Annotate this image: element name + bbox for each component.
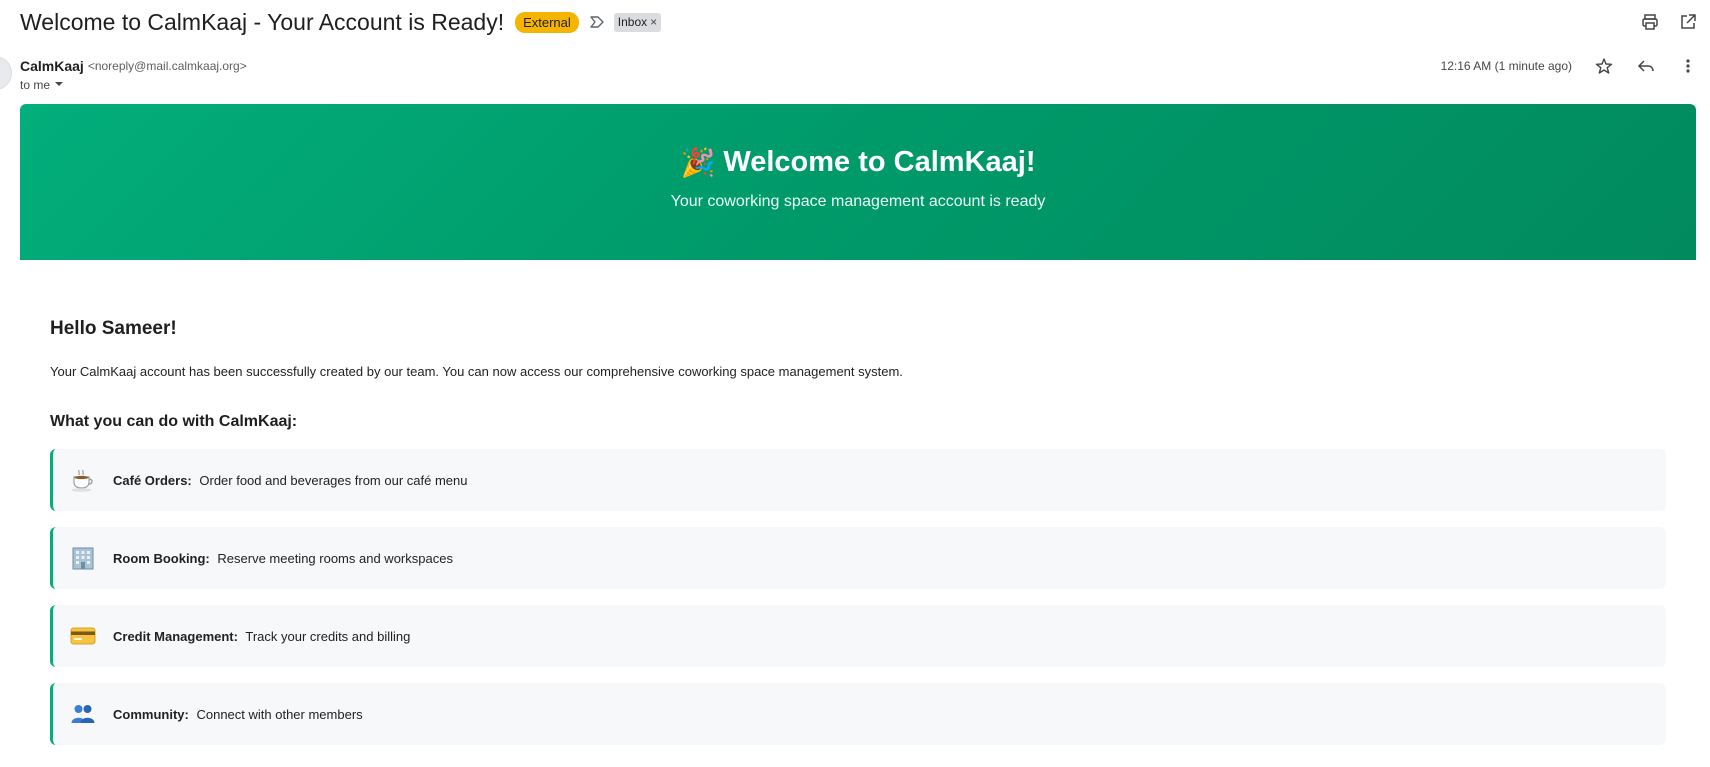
inbox-label-text: Inbox (617, 15, 648, 29)
feature-title: Room Booking: (113, 550, 210, 566)
email-subject: Welcome to CalmKaaj - Your Account is Re… (20, 8, 505, 35)
feature-title: Credit Management: (113, 628, 238, 644)
star-icon[interactable] (1594, 56, 1614, 76)
feature-text: Credit Management: Track your credits an… (113, 629, 410, 644)
feature-description: Order food and beverages from our café m… (199, 472, 468, 488)
remove-label-icon[interactable]: × (650, 15, 657, 29)
feature-credit-management: Credit Management: Track your credits an… (50, 605, 1666, 667)
sender-email: <noreply@mail.calmkaaj.org> (87, 59, 247, 73)
feature-description: Track your credits and billing (245, 628, 411, 644)
party-popper-icon: 🎉 (680, 147, 716, 178)
feature-description: Connect with other members (196, 706, 363, 722)
sender-avatar[interactable] (0, 56, 12, 90)
feature-title: Café Orders: (113, 472, 192, 488)
message-timestamp: 12:16 AM (1 minute ago) (1440, 59, 1572, 73)
hero-title-row: 🎉 Welcome to CalmKaaj! (20, 146, 1696, 179)
feature-text: Café Orders: Order food and beverages fr… (113, 473, 467, 488)
sender-row: CalmKaaj <noreply@mail.calmkaaj.org> 12:… (20, 56, 1698, 76)
label-outline-icon[interactable] (589, 14, 605, 30)
intro-paragraph: Your CalmKaaj account has been successfu… (50, 364, 903, 379)
greeting: Hello Sameer! (50, 318, 177, 339)
caret-down-icon (54, 78, 64, 92)
email-body: Hello Sameer! Your CalmKaaj account has … (50, 318, 1666, 745)
subject-actions (1640, 12, 1698, 32)
hero-banner: 🎉 Welcome to CalmKaaj! Your coworking sp… (20, 104, 1696, 260)
open-in-new-window-icon[interactable] (1678, 12, 1698, 32)
building-icon (69, 544, 97, 572)
hero-subtitle: Your coworking space management account … (670, 193, 1046, 210)
reply-icon[interactable] (1636, 56, 1656, 76)
feature-description: Reserve meeting rooms and workspaces (217, 550, 453, 566)
feature-text: Community: Connect with other members (113, 707, 363, 722)
feature-cafe-orders: Café Orders: Order food and beverages fr… (50, 449, 1666, 511)
email-view: Welcome to CalmKaaj - Your Account is Re… (0, 0, 1710, 767)
feature-text: Room Booking: Reserve meeting rooms and … (113, 551, 453, 566)
message-actions: 12:16 AM (1 minute ago) (1441, 56, 1698, 76)
feature-title: Community: (113, 706, 189, 722)
print-icon[interactable] (1640, 12, 1660, 32)
sender-name[interactable]: CalmKaaj (20, 58, 84, 74)
features-heading: What you can do with CalmKaaj: (50, 413, 298, 430)
external-badge: External (515, 11, 579, 33)
coffee-icon (69, 466, 97, 494)
credit-card-icon (69, 622, 97, 650)
people-icon (69, 700, 97, 728)
inbox-label-chip[interactable]: Inbox × (613, 12, 662, 32)
feature-list: Café Orders: Order food and beverages fr… (50, 449, 1666, 745)
more-vertical-icon[interactable] (1678, 56, 1698, 76)
subject-row: Welcome to CalmKaaj - Your Account is Re… (20, 6, 1698, 38)
feature-community: Community: Connect with other members (50, 683, 1666, 745)
hero-title: Welcome to CalmKaaj! (723, 146, 1036, 178)
recipient-toggle[interactable]: to me (20, 78, 64, 92)
feature-room-booking: Room Booking: Reserve meeting rooms and … (50, 527, 1666, 589)
recipient-text: to me (20, 78, 51, 92)
